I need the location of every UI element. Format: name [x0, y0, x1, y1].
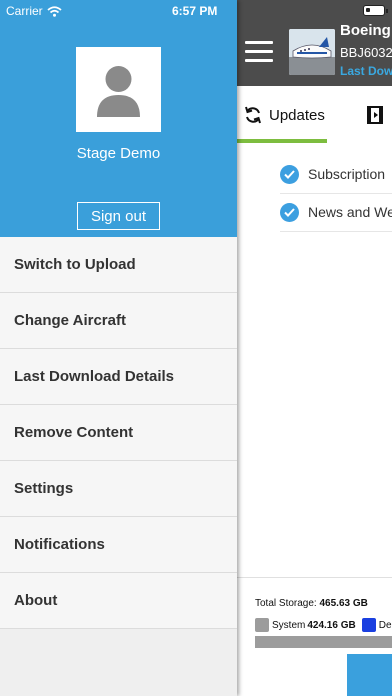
status-carrier: Carrier — [6, 4, 62, 18]
user-name: Stage Demo — [76, 145, 161, 162]
menu-item-notifications[interactable]: Notifications — [0, 517, 237, 573]
tab-updates[interactable]: Updates — [243, 104, 325, 126]
drawer-header: Carrier 6:57 PM Stage Demo Sign out — [0, 0, 237, 237]
list-item-subscription[interactable]: Subscription — [280, 155, 392, 194]
avatar — [76, 47, 161, 132]
menu-item-change-aircraft[interactable]: Change Aircraft — [0, 293, 237, 349]
storage-total: Total Storage: 465.63 GB — [255, 598, 368, 609]
aircraft-title: Boeing — [340, 22, 391, 39]
storage-action-button[interactable] — [347, 654, 392, 696]
aircraft-image — [289, 29, 335, 75]
tab-active-indicator — [237, 139, 327, 143]
menu-item-settings[interactable]: Settings — [0, 461, 237, 517]
status-time: 6:57 PM — [172, 4, 218, 18]
film-icon — [367, 106, 383, 124]
other-swatch — [361, 618, 376, 632]
storage-panel: Total Storage: 465.63 GB System 424.16 G… — [237, 577, 392, 696]
checkmark-icon — [280, 164, 299, 184]
list-item-label: News and We — [308, 204, 392, 220]
tab-updates-label: Updates — [269, 106, 325, 124]
system-value: 424.16 GB — [307, 619, 356, 631]
aircraft-tail-number: BBJ6032 — [340, 45, 392, 60]
system-label: System — [272, 619, 306, 631]
wifi-icon — [47, 5, 62, 17]
refresh-icon — [245, 106, 261, 124]
aircraft-header: Boeing BBJ6032 Last Dow — [237, 0, 392, 86]
list-item-label: Subscription — [308, 166, 386, 182]
storage-legend: System 424.16 GB De — [255, 618, 392, 632]
tab-media[interactable] — [367, 106, 383, 129]
side-drawer: Carrier 6:57 PM Stage Demo Sign out Swit… — [0, 0, 237, 696]
drawer-menu: Switch to Upload Change Aircraft Last Do… — [0, 237, 237, 629]
menu-item-last-download-details[interactable]: Last Download Details — [0, 349, 237, 405]
menu-item-switch-to-upload[interactable]: Switch to Upload — [0, 237, 237, 293]
menu-item-about[interactable]: About — [0, 573, 237, 629]
list-item-news[interactable]: News and We — [280, 193, 392, 232]
other-label: De — [378, 619, 392, 631]
main-screen: Boeing BBJ6032 Last Dow Updates Subscrip… — [237, 0, 392, 696]
sign-out-button[interactable]: Sign out — [77, 202, 160, 230]
menu-item-remove-content[interactable]: Remove Content — [0, 405, 237, 461]
carrier-label: Carrier — [6, 4, 43, 18]
checkmark-icon — [280, 202, 299, 222]
storage-total-value: 465.63 GB — [319, 598, 368, 609]
user-icon — [97, 66, 140, 117]
storage-bar — [255, 636, 392, 648]
battery-icon — [363, 5, 388, 16]
system-swatch — [255, 618, 269, 632]
tab-bar: Updates — [237, 86, 392, 143]
storage-total-label: Total Storage: — [255, 598, 317, 609]
last-download-link[interactable]: Last Dow — [340, 64, 392, 78]
menu-icon[interactable] — [245, 41, 273, 63]
